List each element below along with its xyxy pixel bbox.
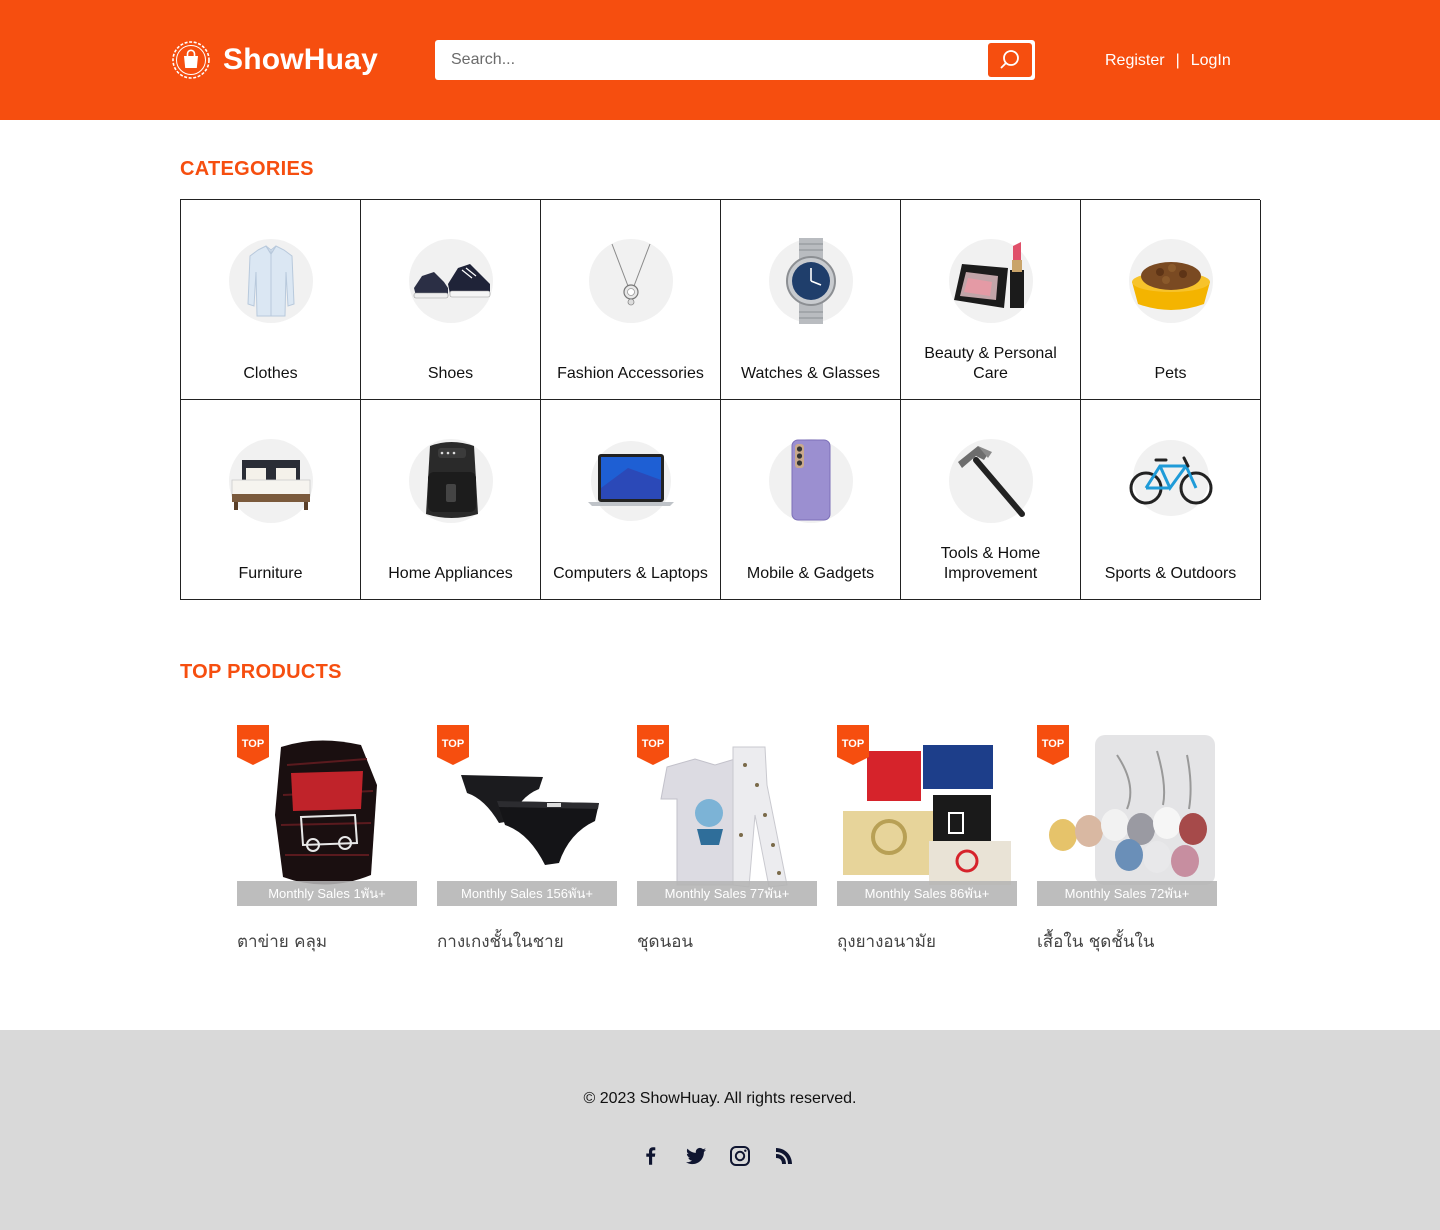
top-badge: TOP [637,725,669,765]
shopping-bag-logo-icon [172,41,210,79]
categories-title: CATEGORIES [180,158,314,180]
auth-separator: | [1175,52,1180,69]
category-label: Fashion Accessories [557,365,704,382]
top-products-list: TOP Monthly Sales 1พัน+ ตาข่าย คลุม TOP … [237,725,1217,955]
footer: © 2023 ShowHuay. All rights reserved. [0,1030,1440,1230]
category-label: Shoes [427,365,474,382]
twitter-icon[interactable] [684,1144,708,1168]
category-label: Clothes [243,365,298,382]
monthly-sales: Monthly Sales 86พัน+ [837,881,1017,906]
category-label: Computers & Laptops [553,565,708,582]
category-fashion-accessories[interactable]: Fashion Accessories [541,200,721,400]
facebook-icon[interactable] [640,1144,664,1168]
category-label: Furniture [238,565,303,582]
category-tools-home-improvement[interactable]: Tools & Home Improvement [901,400,1081,600]
product-name: กางเกงชั้นในชาย [437,932,564,952]
category-furniture[interactable]: Furniture [181,400,361,600]
category-sports-outdoors[interactable]: Sports & Outdoors [1081,400,1261,600]
rss-icon[interactable] [772,1144,796,1168]
product-image: TOP Monthly Sales 86พัน+ [837,725,1017,906]
category-label: Watches & Glasses [740,365,880,382]
product-name: ตาข่าย คลุม [237,932,328,952]
product-image: TOP Monthly Sales 156พัน+ [437,725,617,906]
product-image: TOP Monthly Sales 72พัน+ [1037,725,1217,906]
category-home-appliances[interactable]: Home Appliances [361,400,541,600]
product-image: TOP Monthly Sales 1พัน+ [237,725,417,906]
monthly-sales: Monthly Sales 1พัน+ [237,881,417,906]
top-badge: TOP [437,725,469,765]
category-clothes[interactable]: Clothes [181,200,361,400]
category-label: Mobile & Gadgets [746,565,875,582]
copyright: © 2023 ShowHuay. All rights reserved. [583,1090,857,1107]
monthly-sales: Monthly Sales 77พัน+ [637,881,817,906]
category-shoes[interactable]: Shoes [361,200,541,400]
search-input[interactable] [435,40,985,80]
category-watches-glasses[interactable]: Watches & Glasses [721,200,901,400]
category-pets[interactable]: Pets [1081,200,1261,400]
top-badge: TOP [837,725,869,765]
category-label: Sports & Outdoors [1104,565,1237,582]
header: ShowHuay Register | LogIn [0,0,1440,120]
product-name: ชุดนอน [637,932,694,952]
product-card[interactable]: TOP Monthly Sales 1พัน+ ตาข่าย คลุม [237,725,417,955]
category-computers-laptops[interactable]: Computers & Laptops [541,400,721,600]
product-name: เสื้อใน ชุดชั้นใน [1037,932,1155,952]
logo[interactable]: ShowHuay [171,39,378,81]
product-name: ถุงยางอนามัย [837,932,936,952]
monthly-sales: Monthly Sales 72พัน+ [1037,881,1217,906]
brand-name: ShowHuay [223,43,378,76]
instagram-icon[interactable] [728,1144,752,1168]
register-link[interactable]: Register [1105,52,1165,70]
monthly-sales: Monthly Sales 156พัน+ [437,881,617,906]
category-mobile-gadgets[interactable]: Mobile & Gadgets [721,400,901,600]
search-bar [435,40,1035,80]
top-badge: TOP [237,725,269,765]
login-link[interactable]: LogIn [1191,52,1231,70]
categories-grid: Clothes Shoes Fashion Accessories Watche… [180,199,1261,600]
category-label: Tools & Home Improvement [940,545,1041,582]
product-card[interactable]: TOP Monthly Sales 86พัน+ ถุงยางอนามัย [837,725,1017,955]
top-products-title: TOP PRODUCTS [180,661,342,683]
product-image: TOP Monthly Sales 77พัน+ [637,725,817,906]
search-icon [1000,50,1019,69]
category-label: Beauty & Personal Care [924,345,1057,382]
category-label: Pets [1154,365,1187,382]
social-links [640,1144,816,1168]
auth-links: Register | LogIn [1105,51,1231,71]
product-card[interactable]: TOP Monthly Sales 156พัน+ กางเกงชั้นในชา… [437,725,617,955]
category-beauty-personal-care[interactable]: Beauty & Personal Care [901,200,1081,400]
search-button[interactable] [988,43,1032,77]
top-badge: TOP [1037,725,1069,765]
product-card[interactable]: TOP Monthly Sales 77พัน+ ชุดนอน [637,725,817,955]
product-card[interactable]: TOP Monthly Sales 72พัน+ เสื้อใน ชุดชั้น… [1037,725,1217,955]
category-label: Home Appliances [388,565,513,582]
